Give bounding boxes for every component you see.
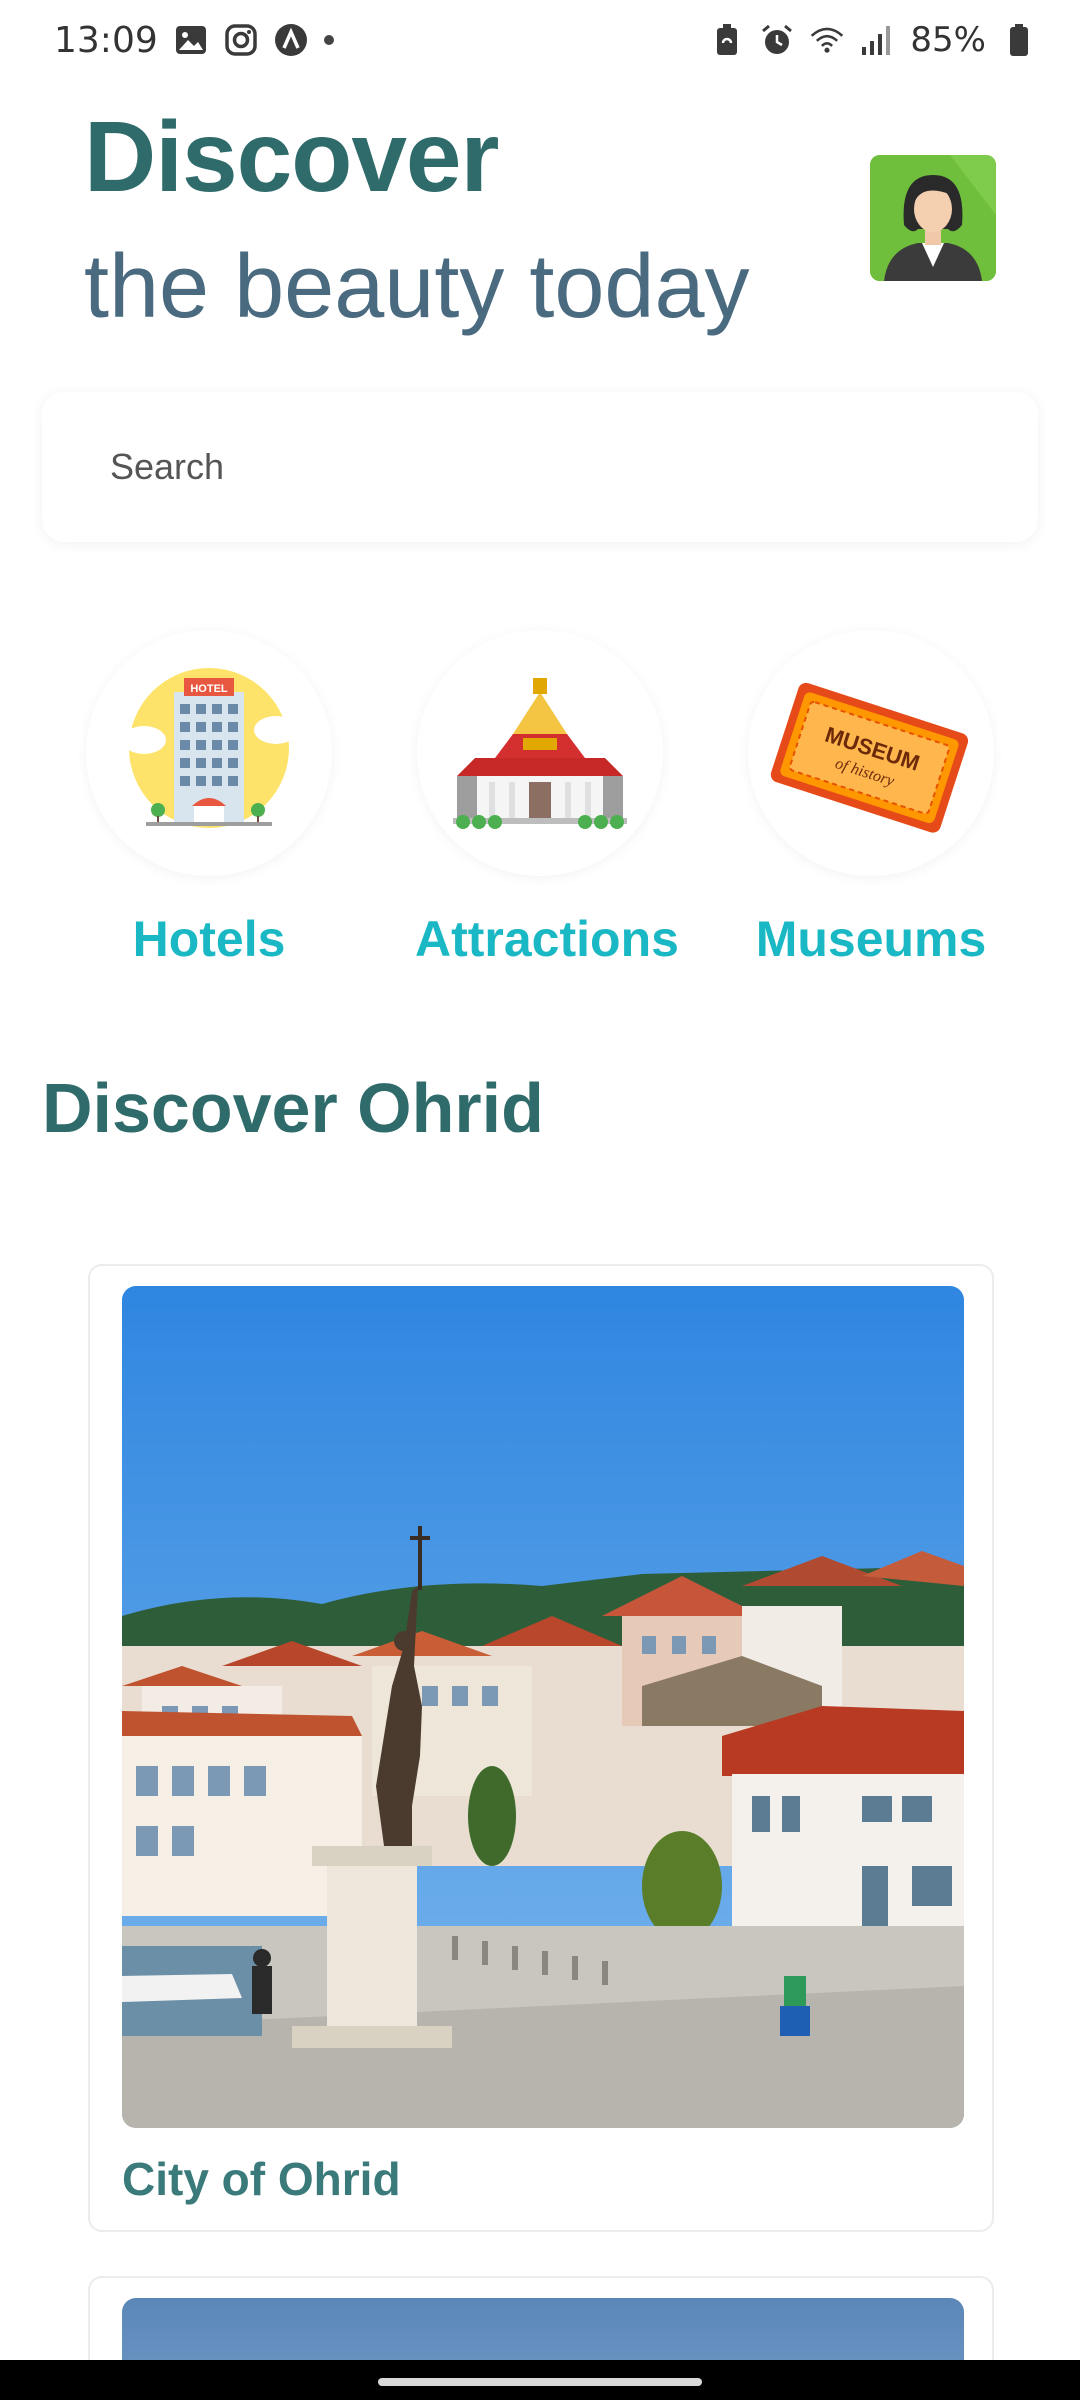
status-time: 13:09 bbox=[54, 19, 158, 61]
hotel-icon: HOTEL bbox=[86, 630, 332, 876]
screen: 13:09 85% Discover the beauty today Sear… bbox=[0, 0, 1080, 2400]
place-card[interactable]: City of Ohrid bbox=[88, 1264, 994, 2232]
category-label: Attractions bbox=[415, 911, 679, 967]
wifi-icon bbox=[810, 23, 844, 57]
alarm-icon bbox=[760, 23, 794, 57]
hotel-sign-text: HOTEL bbox=[190, 683, 228, 695]
signal-icon bbox=[860, 23, 894, 57]
status-bar: 13:09 85% bbox=[0, 0, 1080, 80]
battery-percent: 85% bbox=[910, 20, 986, 60]
category-label: Museums bbox=[755, 911, 987, 967]
home-gesture-handle[interactable] bbox=[378, 2378, 702, 2386]
category-museums[interactable]: MUSEUM of history Museums bbox=[746, 630, 996, 968]
search-input[interactable] bbox=[110, 446, 910, 488]
battery-saver-icon bbox=[710, 23, 744, 57]
search-bar[interactable] bbox=[42, 392, 1038, 542]
user-avatar-icon[interactable] bbox=[870, 155, 996, 281]
page-subtitle: the beauty today bbox=[84, 237, 750, 337]
section-title: Discover Ohrid bbox=[42, 1069, 544, 1147]
place-card-image bbox=[122, 1286, 964, 2128]
category-attractions[interactable]: Attractions bbox=[415, 630, 679, 968]
gallery-icon bbox=[174, 23, 208, 57]
page-title: Discover bbox=[84, 101, 499, 213]
notification-dot-icon bbox=[323, 35, 334, 45]
place-card-title: City of Ohrid bbox=[122, 2153, 401, 2205]
status-bar-right: 85% bbox=[710, 20, 1036, 60]
battery-icon bbox=[1002, 23, 1036, 57]
system-nav-bar bbox=[0, 2360, 1080, 2400]
category-hotels[interactable]: HOTEL Hotels bbox=[84, 630, 334, 968]
temple-icon bbox=[417, 630, 663, 876]
museum-ticket-icon: MUSEUM of history bbox=[748, 630, 994, 876]
category-label: Hotels bbox=[132, 911, 286, 967]
status-bar-left: 13:09 bbox=[54, 20, 334, 61]
app-icon bbox=[274, 23, 308, 57]
instagram-icon bbox=[224, 23, 258, 57]
